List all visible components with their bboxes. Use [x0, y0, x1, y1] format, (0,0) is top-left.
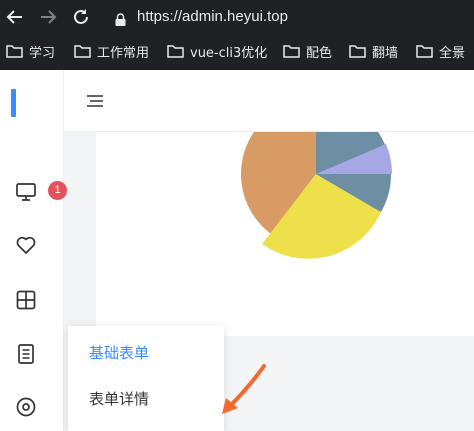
circle-dot-icon[interactable]	[15, 396, 37, 418]
browser-toolbar: https://admin.heyui.top	[0, 0, 474, 36]
annotation-arrow	[222, 364, 266, 414]
bookmark-item[interactable]: 翻墙	[349, 41, 398, 61]
lock-icon	[115, 11, 126, 26]
reload-icon[interactable]	[70, 6, 92, 28]
bookmark-label: 配色	[306, 45, 333, 61]
bookmark-item[interactable]: 学习	[6, 41, 55, 61]
bookmarks-bar: 学习 工作常用 vue-cli3优化 配色 翻墙 全景	[0, 37, 474, 65]
submenu-item-basic-form[interactable]: 基础表单	[89, 343, 149, 363]
folder-icon	[416, 45, 433, 58]
back-arrow-icon[interactable]	[4, 6, 26, 28]
top-header	[64, 70, 474, 132]
bookmark-item[interactable]: vue-cli3优化	[167, 41, 267, 61]
notification-badge: 1	[48, 181, 67, 200]
app-page: 1 基础表单 表单详情	[0, 70, 474, 431]
submenu-popover: 基础表单 表单详情	[68, 326, 224, 431]
folder-icon	[6, 45, 23, 58]
bookmark-item[interactable]: 配色	[283, 41, 332, 61]
bookmark-label: 学习	[29, 45, 56, 61]
bookmark-label: 翻墙	[372, 45, 399, 61]
bookmark-label: 工作常用	[97, 45, 150, 61]
grid-icon[interactable]	[15, 289, 37, 311]
submenu-item-form-detail[interactable]: 表单详情	[89, 389, 149, 409]
browser-chrome: https://admin.heyui.top 学习 工作常用 vue-cli3…	[0, 0, 474, 70]
logo-bar	[11, 89, 16, 117]
bookmark-label: 全景	[439, 45, 466, 61]
monitor-icon[interactable]	[15, 181, 37, 203]
document-icon[interactable]	[15, 343, 37, 365]
folder-icon	[167, 45, 184, 58]
bookmark-label: vue-cli3优化	[190, 45, 268, 61]
forward-arrow-icon[interactable]	[37, 6, 59, 28]
bookmark-item[interactable]: 工作常用	[74, 41, 149, 61]
menu-lines-icon[interactable]	[86, 94, 104, 108]
folder-icon	[349, 45, 366, 58]
heart-icon[interactable]	[15, 234, 37, 256]
bookmark-item[interactable]: 全景	[416, 41, 465, 61]
folder-icon	[74, 45, 91, 58]
folder-icon	[283, 45, 300, 58]
address-bar-url[interactable]: https://admin.heyui.top	[137, 7, 288, 27]
sidebar: 1	[0, 70, 67, 431]
